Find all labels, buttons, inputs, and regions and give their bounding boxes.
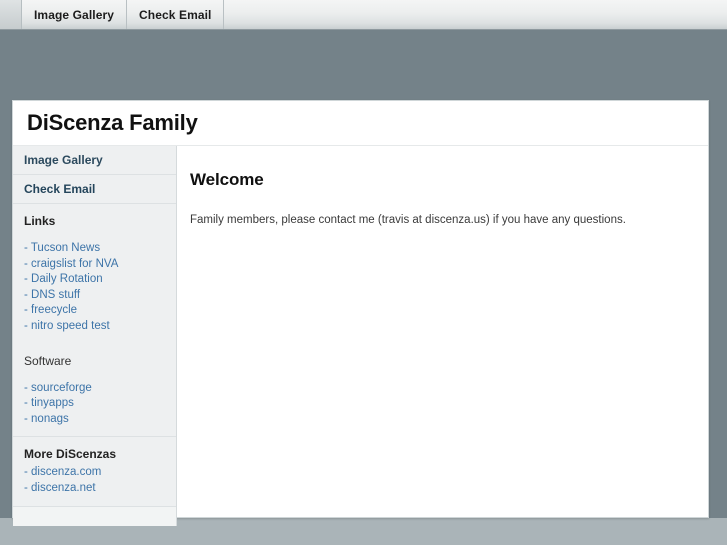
content-heading: Welcome: [190, 170, 264, 189]
sidebar-link-craigslist-for-nva[interactable]: - craigslist for NVA: [24, 257, 176, 273]
content-area: Welcome Family members, please contact m…: [177, 146, 708, 517]
content-paragraph: Family members, please contact me (travi…: [190, 214, 626, 226]
sidebar-section-links: Links - Tucson News - craigslist for NVA…: [13, 204, 176, 344]
page-body: Image Gallery Check Email Links - Tucson…: [13, 146, 708, 526]
sidebar-link-discenza-com-label: discenza.com: [31, 466, 102, 479]
sidebar-link-tucson-news-label: Tucson News: [30, 242, 101, 254]
sidebar-link-dns-stuff[interactable]: - DNS stuff: [24, 288, 176, 304]
sidebar-link-nonags[interactable]: - nonags: [24, 412, 176, 428]
topbar-left-gutter: [0, 0, 22, 29]
sidebar-link-sourceforge[interactable]: - sourceforge: [24, 381, 176, 397]
link-dash: -: [24, 319, 32, 332]
sidebar-link-daily-rotation-label: Daily Rotation: [31, 273, 103, 286]
sidebar-link-sourceforge-label: sourceforge: [31, 381, 92, 394]
sidebar-section-links-heading: Links: [24, 214, 56, 228]
top-tab-image-gallery[interactable]: Image Gallery: [22, 0, 128, 29]
sidebar-item-image-gallery[interactable]: Image Gallery: [13, 146, 176, 175]
sidebar-footer: [13, 505, 176, 526]
sidebar-item-check-email-label: Check Email: [24, 182, 96, 196]
page-header: DiScenza Family: [13, 101, 708, 146]
sidebar-section-software: Software - sourceforge - tinyapps - nona…: [13, 344, 176, 437]
link-dash: -: [24, 288, 32, 301]
sidebar-link-discenza-com[interactable]: - discenza.com: [24, 465, 176, 481]
sidebar-link-craigslist-for-nva-label: craigslist for NVA: [31, 257, 119, 270]
top-tab-image-gallery-label: Image Gallery: [34, 7, 115, 22]
link-dash: -: [24, 273, 32, 286]
sidebar-link-dns-stuff-label: DNS stuff: [31, 288, 81, 301]
sidebar-item-image-gallery-label: Image Gallery: [24, 153, 103, 167]
sidebar-link-freecycle[interactable]: - freecycle: [24, 303, 176, 319]
link-dash: -: [24, 381, 32, 394]
link-dash: -: [24, 304, 32, 317]
sidebar-link-tucson-news[interactable]: - Tucson News: [24, 241, 176, 257]
sidebar-section-software-heading: Software: [24, 353, 72, 368]
link-dash: -: [24, 412, 32, 425]
top-tab-check-email[interactable]: Check Email: [127, 0, 225, 29]
link-dash: -: [24, 257, 32, 270]
link-dash: -: [24, 242, 31, 254]
sidebar: Image Gallery Check Email Links - Tucson…: [13, 146, 177, 526]
top-tab-check-email-label: Check Email: [139, 7, 212, 22]
page-container: DiScenza Family Image Gallery Check Emai…: [12, 100, 709, 526]
sidebar-link-discenza-net-label: discenza.net: [31, 481, 96, 494]
link-dash: -: [24, 397, 32, 410]
sidebar-section-more-discenzas-heading: More DiScenzas: [24, 447, 117, 462]
sidebar-link-tinyapps-label: tinyapps: [31, 397, 74, 410]
sidebar-link-nitro-speed-test-label: nitro speed test: [31, 319, 110, 332]
sidebar-item-check-email[interactable]: Check Email: [13, 175, 176, 204]
top-tab-bar: Image Gallery Check Email: [0, 0, 727, 30]
sidebar-link-daily-rotation[interactable]: - Daily Rotation: [24, 272, 176, 288]
page-title: DiScenza Family: [27, 110, 198, 135]
link-dash: -: [24, 466, 32, 479]
sidebar-link-nitro-speed-test[interactable]: - nitro speed test: [24, 319, 176, 335]
sidebar-link-tinyapps[interactable]: - tinyapps: [24, 396, 176, 412]
sidebar-section-more-discenzas: More DiScenzas - discenza.com - discenza…: [13, 436, 176, 505]
sidebar-link-nonags-label: nonags: [31, 412, 69, 425]
link-dash: -: [24, 481, 32, 494]
sidebar-link-discenza-net[interactable]: - discenza.net: [24, 481, 176, 497]
topbar-empty-area: [224, 0, 727, 29]
sidebar-link-freecycle-label: freecycle: [31, 304, 78, 317]
